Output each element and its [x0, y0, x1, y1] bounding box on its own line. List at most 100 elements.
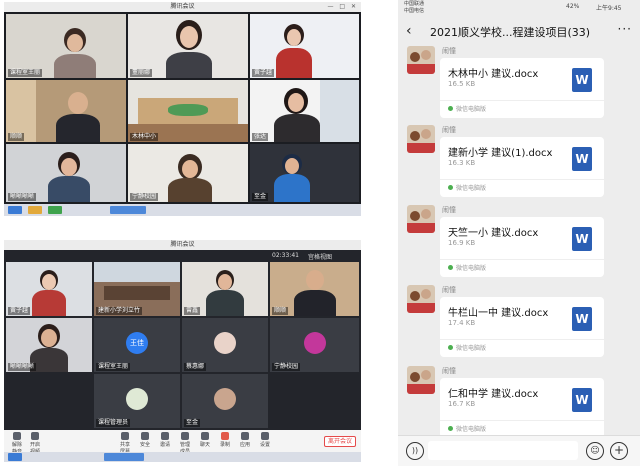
file-size: 16.3 KB — [448, 159, 476, 167]
file-size: 17.4 KB — [448, 319, 476, 327]
participant-name: 董丽娜 — [130, 69, 153, 77]
participant-name: 蔡惠娜 — [184, 363, 207, 371]
shield-icon — [141, 432, 149, 440]
video-tile[interactable]: 宁静校园 — [270, 318, 359, 372]
voice-icon[interactable]: )) — [406, 442, 424, 460]
video-tile[interactable]: 张达 — [250, 80, 359, 142]
participant-name: 晰晰晰晰 — [8, 193, 37, 201]
meeting-app-icon[interactable] — [104, 453, 144, 461]
apps-button[interactable]: 应用 — [238, 432, 252, 448]
security-button[interactable]: 安全 — [138, 432, 152, 448]
view-toggle[interactable]: 宫格视图 — [308, 252, 332, 261]
participant-name: 张达 — [252, 133, 269, 141]
video-tile[interactable]: 顺顺 — [6, 80, 126, 142]
meeting-toolbar: 解除静音 开启视频 共享屏幕 安全 邀请 管理成员 聊天 录制 应用 设置 离开… — [4, 430, 361, 455]
participant-avatar — [304, 332, 326, 354]
participant-name: 曾鑫 — [184, 307, 201, 315]
participant-name: 木林中小 — [130, 133, 159, 141]
start-icon[interactable] — [8, 453, 22, 461]
window-title: 腾讯会议 — [4, 240, 361, 250]
file-source: 微信电脑版 — [456, 345, 487, 352]
video-tile[interactable]: 晰晰晰晰 — [6, 144, 126, 202]
participant-name: 晰晰晰晰 — [8, 363, 37, 371]
invite-button[interactable]: 邀请 — [158, 432, 172, 448]
settings-button[interactable]: 设置 — [258, 432, 272, 448]
participant-avatar — [214, 332, 236, 354]
app-icon[interactable] — [48, 206, 62, 214]
participant-name: 黄子越 — [8, 307, 31, 315]
participant-name: 黄子越 — [252, 69, 275, 77]
video-tile[interactable]: 课程室王丽 — [6, 14, 126, 78]
video-tile[interactable]: 课程管理员 — [94, 374, 180, 428]
video-tile[interactable]: 宁静校园 — [128, 144, 248, 202]
chat-icon — [201, 432, 209, 440]
video-tile[interactable]: 顺顺 — [270, 262, 359, 316]
share-icon — [121, 432, 129, 440]
file-size: 16.5 KB — [448, 80, 476, 88]
wechat-source-icon — [448, 106, 453, 111]
video-tile[interactable]: 晰晰晰晰 — [6, 318, 92, 372]
file-card[interactable]: 仁和中学 建议.docx 16.7 KB W 微信电脑版 — [440, 378, 604, 438]
participant-name: 至金 — [252, 193, 269, 201]
video-tile[interactable]: 曾鑫 — [182, 262, 268, 316]
participant-avatar: 王佳 — [126, 332, 148, 354]
sender-name: 闹憧 — [442, 286, 456, 294]
avatar[interactable] — [407, 285, 435, 313]
word-file-icon: W — [572, 307, 592, 331]
video-tile[interactable]: 建新小学刘立竹 — [94, 262, 180, 316]
meeting-app-icon[interactable] — [110, 206, 146, 214]
plus-icon[interactable]: + — [610, 442, 628, 460]
window-controls[interactable]: — □ ✕ — [327, 2, 358, 12]
video-tile[interactable]: 黄子越 — [250, 14, 359, 78]
record-icon — [221, 432, 229, 440]
chat-button[interactable]: 聊天 — [198, 432, 212, 448]
video-tile[interactable]: 至金 — [250, 144, 359, 202]
video-tile[interactable]: 黄子越 — [6, 262, 92, 316]
avatar[interactable] — [407, 46, 435, 74]
list-item: 闹憧 天竺一小 建议.docx 16.9 KB W 微信电脑版 — [398, 205, 640, 283]
chat-title: 2021顺义学校...程建设项目(33) — [430, 26, 591, 39]
file-source: 微信电脑版 — [456, 265, 487, 272]
list-item: 闹憧 木林中小 建议.docx 16.5 KB W 微信电脑版 — [398, 46, 640, 124]
word-file-icon: W — [572, 68, 592, 92]
leave-meeting-button[interactable]: 离开会议 — [324, 436, 357, 447]
video-tile[interactable]: 董丽娜 — [128, 14, 248, 78]
emoji-icon[interactable]: ☺ — [586, 442, 604, 460]
start-icon[interactable] — [8, 206, 22, 214]
file-card[interactable]: 木林中小 建议.docx 16.5 KB W 微信电脑版 — [440, 58, 604, 118]
list-item: 闹憧 牛栏山一中 建议.docx 17.4 KB W 微信电脑版 — [398, 285, 640, 363]
participant-name: 顺顺 — [8, 133, 25, 141]
battery-level: 42% — [566, 3, 580, 10]
sender-name: 闹憧 — [442, 367, 456, 375]
record-button[interactable]: 录制 — [218, 432, 232, 448]
file-card[interactable]: 牛栏山一中 建议.docx 17.4 KB W 微信电脑版 — [440, 297, 604, 357]
file-name: 木林中小 建议.docx — [448, 69, 539, 80]
wechat-source-icon — [448, 426, 453, 431]
status-bar: 中国联通 中国电信 42% 上午9:45 — [398, 0, 640, 16]
invite-icon — [161, 432, 169, 440]
participant-name: 课程室王丽 — [8, 69, 43, 77]
file-card[interactable]: 建新小学 建议(1).docx 16.3 KB W 微信电脑版 — [440, 137, 604, 197]
message-input[interactable] — [428, 441, 578, 460]
avatar[interactable] — [407, 125, 435, 153]
app-icon[interactable] — [28, 206, 42, 214]
video-tile[interactable]: 至金 — [182, 374, 268, 428]
file-card[interactable]: 天竺一小 建议.docx 16.9 KB W 微信电脑版 — [440, 217, 604, 277]
gear-icon — [261, 432, 269, 440]
list-item: 闹憧 建新小学 建议(1).docx 16.3 KB W 微信电脑版 — [398, 125, 640, 203]
list-item: 闹憧 仁和中学 建议.docx 16.7 KB W 微信电脑版 — [398, 366, 640, 444]
sender-name: 闹憧 — [442, 206, 456, 214]
word-file-icon: W — [572, 147, 592, 171]
avatar[interactable] — [407, 205, 435, 233]
avatar[interactable] — [407, 366, 435, 394]
participant-name: 课程管理员 — [96, 419, 131, 427]
video-tile[interactable]: 蔡惠娜 — [182, 318, 268, 372]
back-icon[interactable]: ‹ — [406, 21, 412, 41]
video-tile[interactable]: 木林中小 — [128, 80, 248, 142]
participant-avatar — [126, 388, 148, 410]
video-tile[interactable]: 王佳 课程室王丽 — [94, 318, 180, 372]
more-icon[interactable]: ··· — [618, 22, 632, 36]
meeting-timer: 02:33:41 — [272, 252, 299, 259]
file-size: 16.9 KB — [448, 239, 476, 247]
taskbar — [4, 452, 361, 462]
